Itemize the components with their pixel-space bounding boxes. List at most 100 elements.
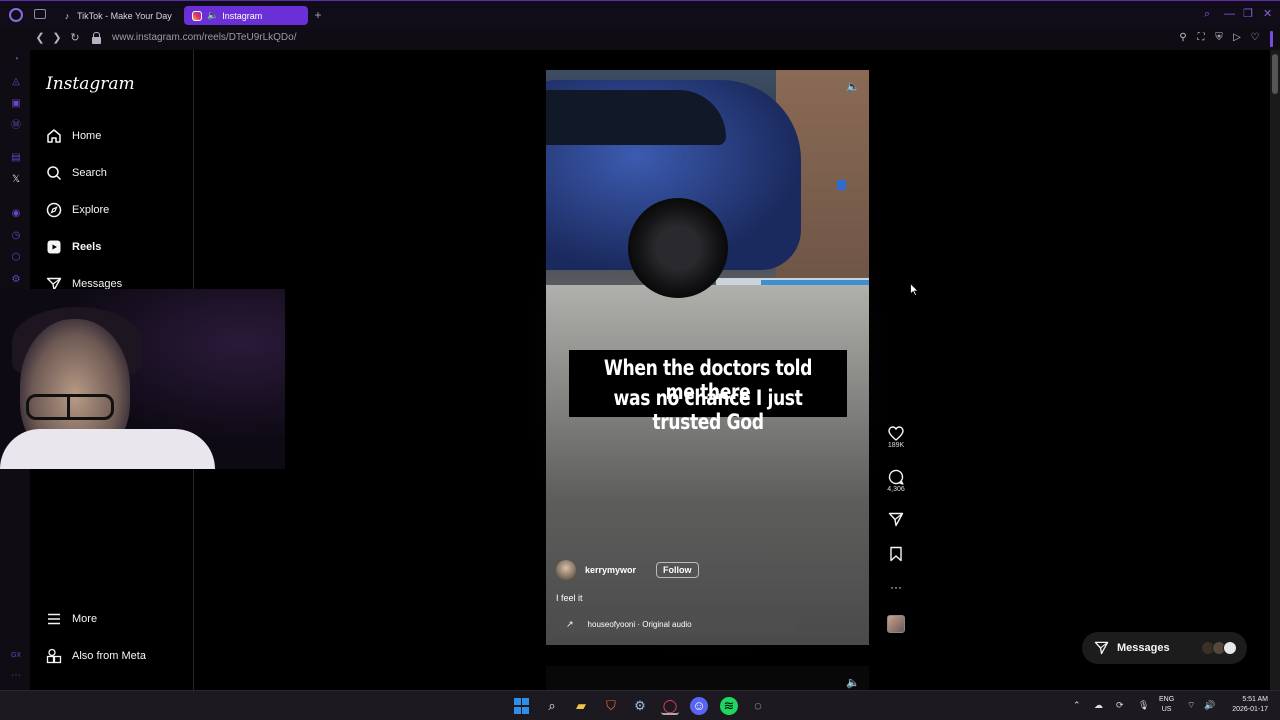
- tab-overview-icon[interactable]: [34, 9, 46, 19]
- minimize-button[interactable]: —: [1224, 9, 1235, 20]
- messenger-icon[interactable]: Ⓜ: [10, 120, 22, 132]
- forward-button[interactable]: ❯: [50, 31, 64, 45]
- share-icon[interactable]: [888, 512, 904, 527]
- search-tabs-icon[interactable]: ⌕: [1204, 9, 1210, 20]
- spotify-icon[interactable]: ≋: [720, 697, 738, 715]
- address-bar: ❮ ❯ ↻ www.instagram.com/reels/DTeU9rLkQD…: [0, 28, 1280, 50]
- nav-search[interactable]: Search: [46, 163, 107, 183]
- opera-gx-icon[interactable]: ◯: [661, 697, 679, 715]
- tab-tiktok[interactable]: ♪ TikTok - Make Your Day: [54, 6, 182, 25]
- bookmark-icon[interactable]: [889, 546, 903, 562]
- sync-icon[interactable]: ⟳: [1116, 700, 1124, 711]
- nav-reels-label: Reels: [72, 241, 102, 253]
- snapshot-icon[interactable]: ⛶: [1195, 32, 1207, 44]
- app-icon[interactable]: ◌: [749, 697, 767, 715]
- nav-home[interactable]: Home: [46, 126, 101, 146]
- send-icon[interactable]: ▷: [1231, 32, 1243, 44]
- instagram-icon: [192, 10, 202, 21]
- arrow-icon: ↗: [566, 618, 574, 629]
- tray-chevron-icon[interactable]: ⌃: [1073, 700, 1081, 711]
- history-icon[interactable]: ◷: [10, 230, 22, 242]
- gx-icon[interactable]: GX: [10, 650, 22, 662]
- workspace-icon[interactable]: ▣: [10, 98, 22, 110]
- new-tab-button[interactable]: +: [312, 9, 324, 21]
- nav-also-from-meta[interactable]: Also from Meta: [46, 646, 146, 666]
- webcam-overlay: [0, 289, 285, 469]
- more-options-icon[interactable]: ···: [882, 580, 910, 594]
- next-mute-icon[interactable]: 🔈: [846, 676, 860, 689]
- restore-button[interactable]: ❐: [1243, 9, 1253, 20]
- messages-pill-label: Messages: [1117, 642, 1170, 654]
- steam-icon[interactable]: ⚙: [631, 697, 649, 715]
- reload-button[interactable]: ↻: [68, 31, 82, 45]
- instagram-logo[interactable]: Instagram: [46, 74, 135, 94]
- heart-icon[interactable]: [888, 426, 904, 441]
- twitch-icon[interactable]: ▤: [10, 152, 22, 164]
- save-action[interactable]: [882, 546, 910, 562]
- tiktok-icon: ♪: [64, 10, 70, 21]
- reel-video[interactable]: When the doctors told me there was no ch…: [546, 70, 869, 645]
- reel-username[interactable]: kerrymywor: [585, 565, 636, 575]
- mute-icon[interactable]: 🔈: [846, 80, 860, 94]
- clock-time: 5:51 AM: [1242, 696, 1268, 703]
- speaker-icon[interactable]: 🔈: [207, 10, 218, 21]
- x-icon[interactable]: 𝕏: [10, 174, 22, 186]
- scroll-thumb[interactable]: [1272, 54, 1278, 94]
- tab-label: Instagram: [222, 10, 263, 21]
- extensions-icon[interactable]: ⬡: [10, 252, 22, 264]
- search-icon[interactable]: ⌕: [543, 697, 561, 715]
- like-action[interactable]: 189K: [882, 426, 910, 449]
- next-reel[interactable]: 🔈: [546, 666, 869, 690]
- url-field[interactable]: www.instagram.com/reels/DTeU9rLkQDo/: [112, 32, 297, 43]
- menu-icon: [46, 611, 62, 627]
- audio-pill[interactable]: ↗ houseofyooni · Original audio: [558, 615, 798, 633]
- heart-bookmark-icon[interactable]: ♡: [1249, 32, 1261, 44]
- file-explorer-icon[interactable]: ▰: [572, 697, 590, 715]
- brave-icon[interactable]: ⛉: [602, 697, 620, 715]
- messages-pill[interactable]: Messages: [1082, 632, 1247, 664]
- nav-explore[interactable]: Explore: [46, 200, 109, 220]
- region-code: US: [1161, 706, 1172, 713]
- adblock-shield-icon[interactable]: ⛨: [1213, 32, 1225, 44]
- video-car-window: [546, 90, 726, 145]
- discord-icon[interactable]: ☺: [690, 697, 708, 715]
- player-icon[interactable]: ◉: [10, 208, 22, 220]
- pin-icon[interactable]: ⚲: [1177, 32, 1189, 44]
- avatar[interactable]: [556, 560, 576, 580]
- nav-more-label: More: [72, 613, 98, 625]
- page-scrollbar[interactable]: [1270, 50, 1280, 690]
- nav-explore-label: Explore: [72, 204, 110, 216]
- grid-icon: [46, 648, 62, 664]
- share-action[interactable]: [882, 512, 910, 527]
- lock-icon[interactable]: [92, 32, 101, 45]
- comment-action[interactable]: 4,306: [882, 469, 910, 493]
- comment-icon[interactable]: [888, 469, 904, 485]
- follow-button[interactable]: Follow: [656, 562, 699, 578]
- taskbar-clock[interactable]: 5:51 AM 2026-01-17: [1200, 695, 1268, 715]
- aria-icon[interactable]: ◬: [10, 76, 22, 88]
- more-icon[interactable]: ⋯: [10, 670, 22, 682]
- compass-icon: [46, 202, 62, 218]
- cursor-icon: [910, 283, 919, 296]
- back-button[interactable]: ❮: [33, 31, 47, 45]
- menu-accent[interactable]: [1270, 31, 1273, 47]
- opera-logo-icon[interactable]: [9, 8, 23, 22]
- nav-reels[interactable]: Reels: [46, 237, 101, 257]
- settings-icon[interactable]: ⚙: [10, 274, 22, 286]
- wifi-icon[interactable]: ⌔: [1187, 700, 1195, 711]
- close-button[interactable]: ✕: [1263, 9, 1272, 20]
- onedrive-icon[interactable]: ☁: [1094, 700, 1103, 711]
- search-icon: [46, 165, 62, 181]
- nav-home-label: Home: [72, 130, 102, 142]
- windows-start-icon[interactable]: [513, 697, 531, 715]
- video-asphalt: [546, 285, 869, 645]
- microphone-icon[interactable]: 🎙: [1138, 700, 1149, 711]
- tab-instagram[interactable]: 🔈 Instagram: [184, 6, 308, 25]
- nav-more[interactable]: More: [46, 609, 97, 629]
- nav-search-label: Search: [72, 167, 107, 179]
- reel-description[interactable]: I feel it: [556, 593, 583, 603]
- webcam-shirt: [0, 429, 215, 469]
- ai-icon[interactable]: ◔: [10, 54, 22, 66]
- audio-thumbnail[interactable]: [887, 615, 905, 633]
- language-indicator[interactable]: ENG US: [1159, 695, 1174, 715]
